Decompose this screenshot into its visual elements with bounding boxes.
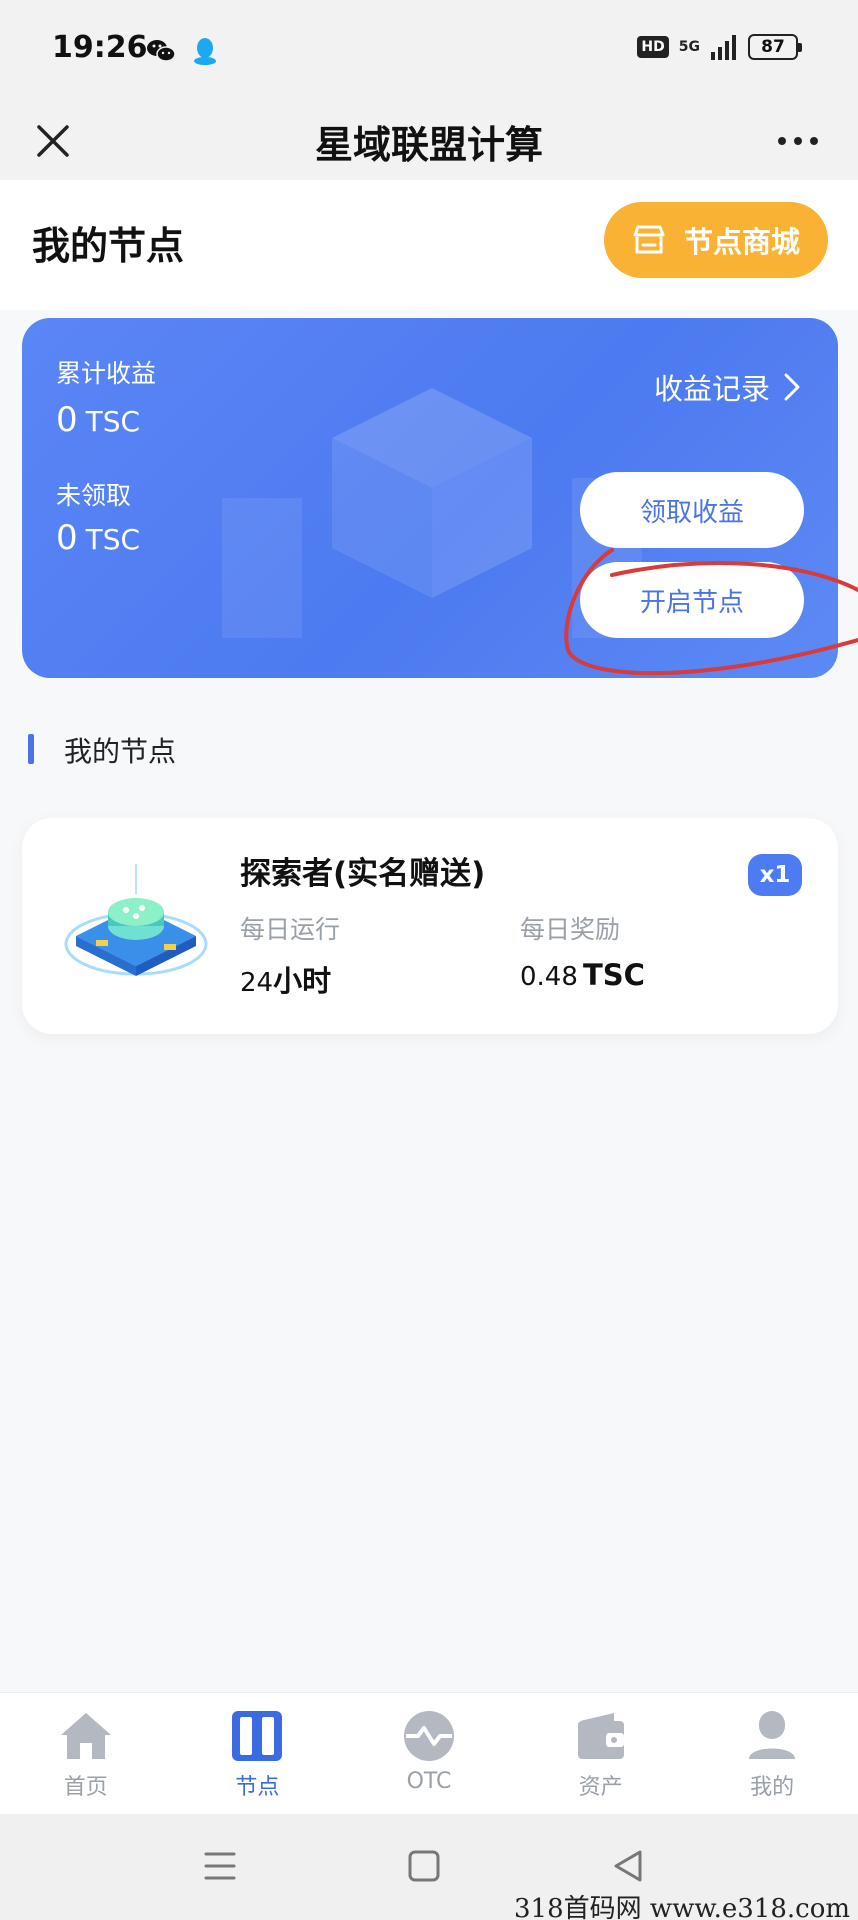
store-icon [633, 225, 665, 254]
nav-otc-label: OTC [406, 1769, 452, 1794]
daily-reward-label: 每日奖励 [520, 915, 621, 944]
nav-node-label: 节点 [235, 1775, 280, 1800]
daily-reward-unit: TSC [582, 958, 645, 992]
nav-mine-label: 我的 [750, 1775, 795, 1800]
section-header: 我的节点 节点商城 [0, 180, 858, 310]
section-accent-bar [28, 734, 34, 764]
node-shop-label: 节点商城 [683, 225, 800, 259]
signal-icon [711, 35, 736, 60]
earnings-record-link[interactable]: 收益记录 [654, 366, 800, 408]
daily-run-unit: 小时 [273, 964, 332, 998]
more-dot-icon [794, 137, 802, 145]
title-bar: 星域联盟计算 [0, 100, 858, 180]
daily-run-number: 24 [240, 968, 274, 998]
watermark-text: 318首码网 www.e318.com [514, 1894, 850, 1920]
total-earnings-label: 累计收益 [56, 359, 157, 388]
unclaimed-amount: 0 [56, 518, 78, 558]
status-indicators: HD 5G 87 [637, 34, 802, 60]
page-title: 星域联盟计算 [314, 123, 543, 167]
battery-icon: 87 [748, 34, 802, 60]
unclaimed-value: 0 TSC [56, 518, 140, 558]
daily-reward-value: 0.48 TSC [520, 958, 645, 992]
bottom-nav: 首页 节点 OTC 资产 我的 [0, 1692, 858, 1814]
earnings-record-label: 收益记录 [653, 372, 770, 406]
nav-mine[interactable]: 我的 [686, 1693, 858, 1814]
earnings-card: 累计收益 0 TSC 未领取 0 TSC 收益记录 领取收益 开启节点 [22, 318, 838, 678]
node-platform-image [64, 864, 208, 976]
close-button[interactable] [24, 112, 82, 170]
back-triangle-icon[interactable] [606, 1844, 650, 1888]
node-quantity-badge: x1 [748, 854, 802, 896]
more-dot-icon [810, 137, 818, 145]
nav-assets-label: 资产 [578, 1775, 623, 1800]
home-square-icon[interactable] [402, 1844, 446, 1888]
battery-level: 87 [761, 37, 785, 57]
start-node-button[interactable]: 开启节点 [580, 562, 804, 638]
status-bar: 19:26 HD 5G 87 [0, 0, 858, 100]
nav-node[interactable]: 节点 [172, 1693, 344, 1814]
node-icon [232, 1711, 283, 1761]
more-button[interactable] [768, 112, 828, 170]
unclaimed-unit: TSC [85, 523, 141, 556]
home-icon [60, 1713, 111, 1759]
nav-home[interactable]: 首页 [0, 1693, 172, 1814]
network-label: 5G [678, 39, 700, 55]
nav-otc[interactable]: OTC [343, 1693, 515, 1814]
nodes-section-title: 我的节点 [64, 735, 177, 768]
unclaimed-label: 未领取 [56, 481, 132, 510]
node-name: 探索者(实名赠送) [240, 856, 486, 892]
user-icon [749, 1711, 796, 1759]
daily-run-value: 24小时 [240, 958, 331, 1000]
total-earnings-value: 0 TSC [56, 400, 140, 440]
daily-run-label: 每日运行 [240, 915, 341, 944]
daily-reward-number: 0.48 [520, 962, 578, 992]
chevron-right-icon [784, 373, 800, 401]
close-icon [37, 125, 69, 157]
hd-badge: HD [637, 36, 669, 58]
wallet-icon [577, 1713, 624, 1759]
nav-assets[interactable]: 资产 [515, 1693, 687, 1814]
wechat-icon [147, 40, 176, 62]
otc-icon [403, 1711, 454, 1761]
qq-icon [194, 38, 216, 65]
total-earnings-unit: TSC [85, 405, 141, 438]
nav-home-label: 首页 [63, 1775, 108, 1800]
total-earnings-amount: 0 [56, 400, 78, 440]
more-dot-icon [778, 137, 786, 145]
menu-icon[interactable] [198, 1844, 242, 1888]
node-shop-button[interactable]: 节点商城 [604, 202, 828, 278]
node-card[interactable]: 探索者(实名赠送) x1 每日运行 24小时 每日奖励 0.48 TSC [22, 818, 838, 1034]
my-nodes-heading: 我的节点 [32, 224, 185, 268]
status-time: 19:26 [52, 30, 148, 65]
claim-earnings-button[interactable]: 领取收益 [580, 472, 804, 548]
